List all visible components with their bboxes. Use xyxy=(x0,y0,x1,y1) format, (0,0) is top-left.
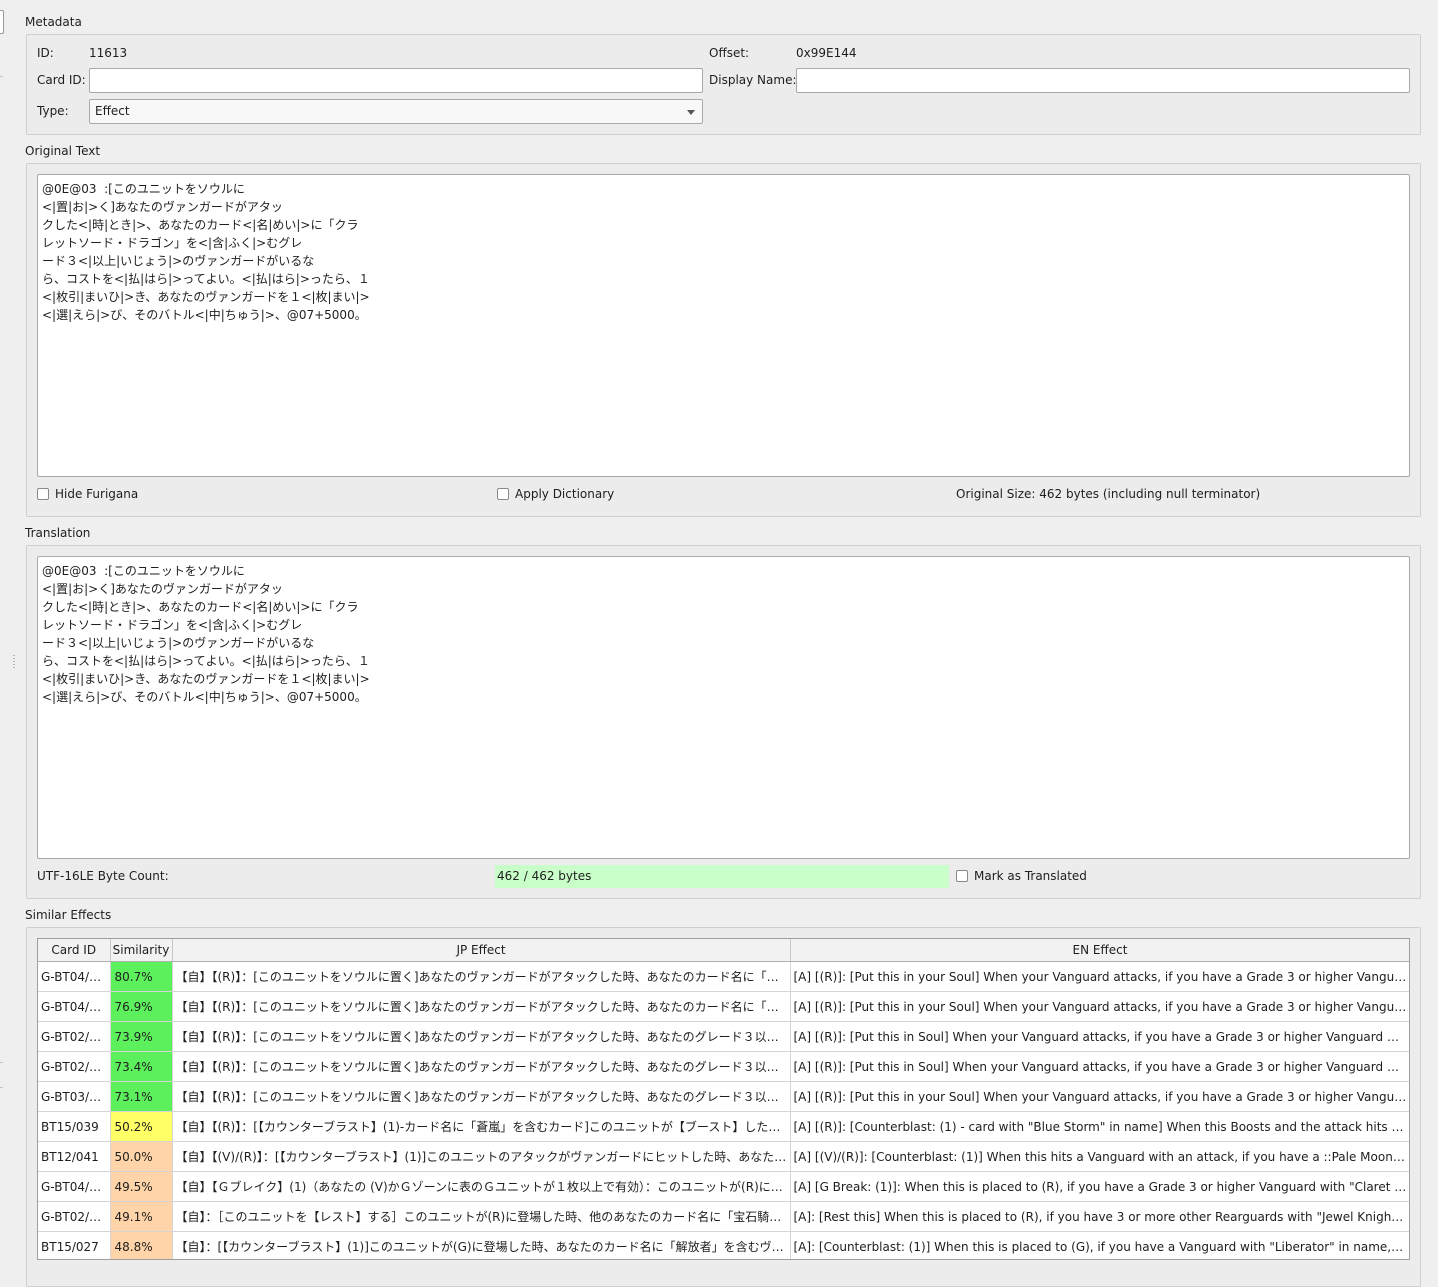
chevron-down-icon xyxy=(687,110,695,115)
similar-effects-table[interactable]: Card ID Similarity JP Effect EN Effect G… xyxy=(37,938,1410,1260)
checkbox-box[interactable] xyxy=(956,870,968,882)
checkbox-box[interactable] xyxy=(497,488,509,500)
jp-effect-cell: 【自】【(R)】：[このユニットをソウルに置く]あなたのヴァンガードがアタックし… xyxy=(172,1051,791,1082)
similarity-cell: 49.1% xyxy=(110,1201,173,1232)
similarity-cell: 48.8% xyxy=(110,1231,173,1259)
original-size-info: Original Size: 462 bytes (including null… xyxy=(956,487,1261,501)
table-row[interactable]: BT15/039 50.2% 【自】【(R)】：[【カウンターブラスト】(1)-カー… xyxy=(38,1111,1409,1142)
offset-label: Offset: xyxy=(709,46,750,60)
similarity-cell: 80.7% xyxy=(110,961,173,992)
type-label: Type: xyxy=(37,104,69,118)
left-panel-divider xyxy=(0,1087,3,1088)
table-row[interactable]: BT12/041 50.0% 【自】【(V)/(R)】：[【カウンターブラスト】(1… xyxy=(38,1141,1409,1172)
similarity-cell: 50.2% xyxy=(110,1111,173,1142)
mark-translated-label: Mark as Translated xyxy=(974,869,1087,883)
column-header-en-effect[interactable]: EN Effect xyxy=(790,939,1409,962)
en-effect-cell: [A] [(V)/(R)]: [Counterblast: (1)] When … xyxy=(790,1141,1409,1172)
card-id-label: Card ID: xyxy=(37,73,86,87)
table-row[interactable]: G-BT02/011 73.4% 【自】【(R)】：[このユニットをソウルに置く]あ… xyxy=(38,1051,1409,1082)
table-row[interactable]: G-BT04/031 49.5% 【自】【Ｇブレイク】(1)（あなたの (V)かＧゾ… xyxy=(38,1171,1409,1202)
en-effect-cell: [A] [(R)]: [Put this in Soul] When your … xyxy=(790,1051,1409,1082)
original-text-area[interactable]: @0E@03 :[このユニットをソウルに <|置|お|>く]あなたのヴァンガード… xyxy=(37,174,1410,477)
card-id-cell: G-BT02/045 xyxy=(38,1201,111,1232)
en-effect-cell: [A] [(R)]: [Put this in your Soul] When … xyxy=(790,1081,1409,1112)
card-id-cell: G-BT04/022 xyxy=(38,991,111,1022)
id-label: ID: xyxy=(37,46,54,60)
left-panel-divider xyxy=(0,1062,3,1063)
table-row[interactable]: BT15/027 48.8% 【自】：[【カウンターブラスト】(1)]このユニットが… xyxy=(38,1231,1409,1259)
en-effect-cell: [A] [(R)]: [Put this in your Soul] When … xyxy=(790,961,1409,992)
card-id-cell: G-BT04/015 xyxy=(38,961,111,992)
jp-effect-cell: 【自】【(R)】：[このユニットをソウルに置く]あなたのヴァンガードがアタックし… xyxy=(172,1021,791,1052)
splitter-handle[interactable] xyxy=(13,655,15,669)
similarity-cell: 73.9% xyxy=(110,1021,173,1052)
jp-effect-cell: 【自】【Ｇブレイク】(1)（あなたの (V)かＧゾーンに表のＧユニットが１枚以上… xyxy=(172,1171,791,1202)
card-id-cell: BT15/039 xyxy=(38,1111,111,1142)
jp-effect-cell: 【自】：［このユニットを【レスト】する］このユニットが(R)に登場した時、他のあ… xyxy=(172,1201,791,1232)
translation-group-title: Translation xyxy=(25,526,91,540)
jp-effect-cell: 【自】：[【カウンターブラスト】(1)]このユニットが(G)に登場した時、あなた… xyxy=(172,1231,791,1259)
en-effect-cell: [A]: [Rest this] When this is placed to … xyxy=(790,1201,1409,1232)
hide-furigana-label: Hide Furigana xyxy=(55,487,139,501)
original-group-title: Original Text xyxy=(25,144,101,158)
apply-dictionary-checkbox[interactable]: Apply Dictionary xyxy=(497,487,614,501)
table-row[interactable]: G-BT02/016 73.9% 【自】【(R)】：[このユニットをソウルに置く]あ… xyxy=(38,1021,1409,1052)
display-name-input[interactable] xyxy=(796,68,1410,93)
metadata-group-title: Metadata xyxy=(25,15,82,29)
display-name-label: Display Name: xyxy=(709,73,797,87)
card-id-input[interactable] xyxy=(89,68,703,93)
jp-effect-cell: 【自】【(R)】：[このユニットをソウルに置く]あなたのヴァンガードがアタックし… xyxy=(172,1081,791,1112)
en-effect-cell: [A]: [Counterblast: (1)] When this is pl… xyxy=(790,1231,1409,1259)
jp-effect-cell: 【自】【(R)】：[このユニットをソウルに置く]あなたのヴァンガードがアタックし… xyxy=(172,961,791,992)
offset-value: 0x99E144 xyxy=(796,46,857,60)
mark-translated-checkbox[interactable]: Mark as Translated xyxy=(956,869,1087,883)
apply-dictionary-label: Apply Dictionary xyxy=(515,487,615,501)
en-effect-cell: [A] [G Break: (1)]: When this is placed … xyxy=(790,1171,1409,1202)
table-header-row: Card ID Similarity JP Effect EN Effect xyxy=(38,939,1409,962)
card-id-cell: G-BT03/014 xyxy=(38,1081,111,1112)
card-id-cell: G-BT02/016 xyxy=(38,1021,111,1052)
left-panel-edge xyxy=(0,10,4,34)
byte-count-label: UTF-16LE Byte Count: xyxy=(37,869,169,883)
left-panel-divider xyxy=(0,76,3,77)
column-header-similarity[interactable]: Similarity xyxy=(110,939,173,962)
jp-effect-cell: 【自】【(V)/(R)】：[【カウンターブラスト】(1)]このユニットのアタック… xyxy=(172,1141,791,1172)
jp-effect-cell: 【自】【(R)】：[【カウンターブラスト】(1)-カード名に「蒼嵐」を含むカード… xyxy=(172,1111,791,1142)
card-id-cell: G-BT04/031 xyxy=(38,1171,111,1202)
similarity-cell: 73.1% xyxy=(110,1081,173,1112)
jp-effect-cell: 【自】【(R)】：[このユニットをソウルに置く]あなたのヴァンガードがアタックし… xyxy=(172,991,791,1022)
type-select[interactable]: Effect xyxy=(89,99,703,124)
byte-count-indicator: 462 / 462 bytes xyxy=(495,865,949,888)
card-id-cell: BT12/041 xyxy=(38,1141,111,1172)
type-select-value: Effect xyxy=(95,104,130,118)
en-effect-cell: [A] [(R)]: [Put this in Soul] When your … xyxy=(790,1021,1409,1052)
table-row[interactable]: G-BT03/014 73.1% 【自】【(R)】：[このユニットをソウルに置く]あ… xyxy=(38,1081,1409,1112)
column-header-jp-effect[interactable]: JP Effect xyxy=(172,939,791,962)
translation-text-area[interactable]: @0E@03 :[このユニットをソウルに <|置|お|>く]あなたのヴァンガード… xyxy=(37,556,1410,859)
column-header-card-id[interactable]: Card ID xyxy=(38,939,111,962)
hide-furigana-checkbox[interactable]: Hide Furigana xyxy=(37,487,138,501)
similarity-cell: 76.9% xyxy=(110,991,173,1022)
en-effect-cell: [A] [(R)]: [Put this in your Soul] When … xyxy=(790,991,1409,1022)
card-id-cell: G-BT02/011 xyxy=(38,1051,111,1082)
checkbox-box[interactable] xyxy=(37,488,49,500)
table-row[interactable]: G-BT02/045 49.1% 【自】：［このユニットを【レスト】する］このユニッ… xyxy=(38,1201,1409,1232)
table-row[interactable]: G-BT04/015 80.7% 【自】【(R)】：[このユニットをソウルに置く]あ… xyxy=(38,961,1409,992)
similarity-cell: 50.0% xyxy=(110,1141,173,1172)
id-value: 11613 xyxy=(89,46,128,60)
similar-group-title: Similar Effects xyxy=(25,908,112,922)
card-id-cell: BT15/027 xyxy=(38,1231,111,1259)
en-effect-cell: [A] [(R)]: [Counterblast: (1) - card wit… xyxy=(790,1111,1409,1142)
similarity-cell: 49.5% xyxy=(110,1171,173,1202)
table-row[interactable]: G-BT04/022 76.9% 【自】【(R)】：[このユニットをソウルに置く]あ… xyxy=(38,991,1409,1022)
similarity-cell: 73.4% xyxy=(110,1051,173,1082)
